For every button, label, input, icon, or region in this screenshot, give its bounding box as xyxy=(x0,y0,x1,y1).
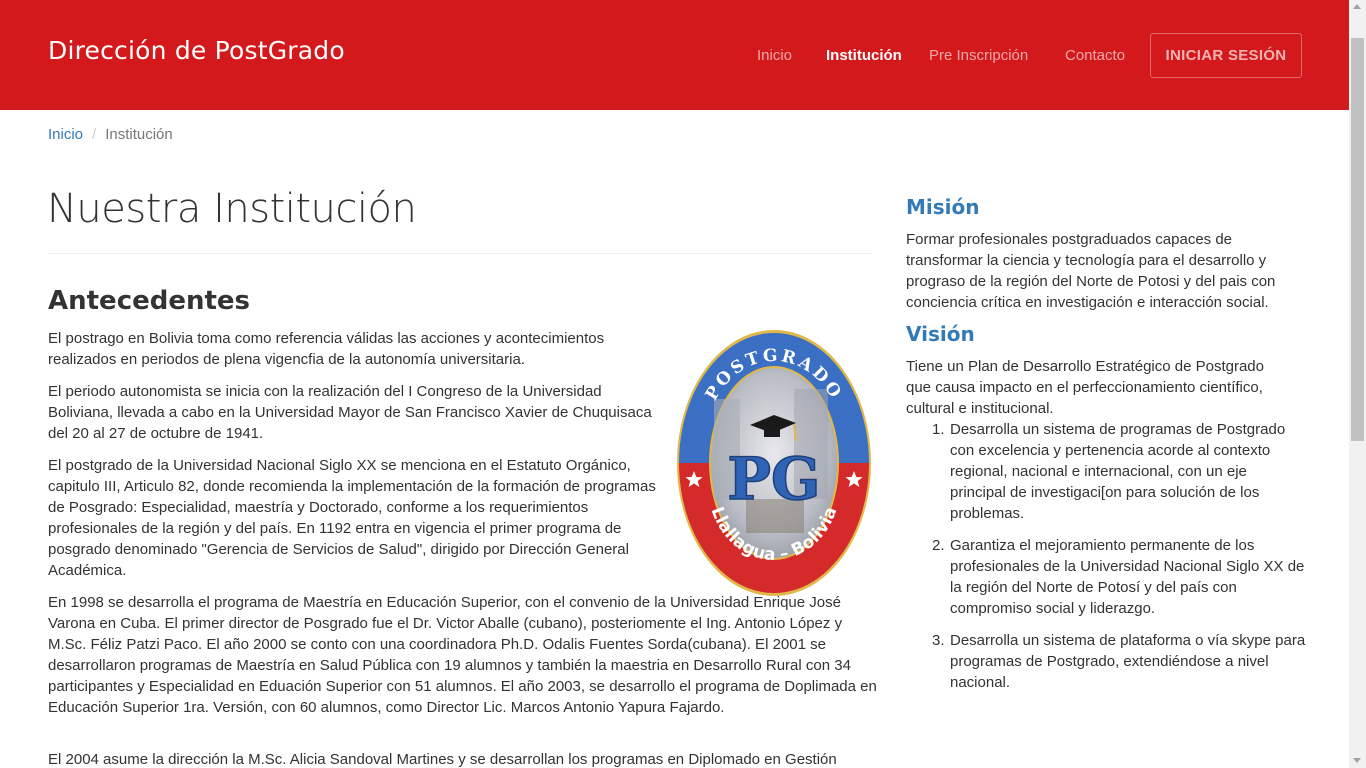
breadcrumb-current: Institución xyxy=(105,126,173,143)
antecedentes-paragraph: El postrago en Bolivia toma como referen… xyxy=(48,330,605,368)
login-button[interactable]: INICIAR SESIÓN xyxy=(1150,33,1302,78)
breadcrumb-separator: / xyxy=(92,126,97,143)
breadcrumb-home-link[interactable]: Inicio xyxy=(48,126,83,143)
list-item: 1. Desarrolla un sistema de programas de … xyxy=(932,421,1286,522)
breadcrumb: Inicio / Institución xyxy=(48,126,173,143)
nav-link-inicio[interactable]: Inicio xyxy=(757,47,792,64)
mision-title: Misión xyxy=(906,195,980,219)
vision-text: Tiene un Plan de Desarrollo Estratégico … xyxy=(906,358,1264,417)
mision-text: Formar profesionales postgraduados capac… xyxy=(906,231,1276,311)
section-title-antecedentes: Antecedentes xyxy=(48,286,251,316)
scroll-up-arrow-icon[interactable] xyxy=(1353,4,1361,9)
antecedentes-paragraph: El periodo autonomista se inicia con la … xyxy=(48,383,652,442)
vision-title: Visión xyxy=(906,322,975,346)
postgrado-logo: POSTGRADO Llallagua – Bolivia PG xyxy=(677,330,871,596)
antecedentes-paragraph: El 2004 asume la dirección la M.Sc. Alic… xyxy=(48,751,837,768)
nav-link-contacto[interactable]: Contacto xyxy=(1065,47,1125,64)
scroll-down-arrow-icon[interactable] xyxy=(1353,758,1361,763)
vision-list: 1. Desarrolla un sistema de programas de … xyxy=(906,419,1306,704)
list-item: 3. Desarrolla un sistema de plataforma o … xyxy=(932,632,1306,691)
page-title: Nuestra Institución xyxy=(47,186,417,232)
scrollbar-thumb[interactable] xyxy=(1351,38,1364,441)
nav-link-institucion[interactable]: Institución xyxy=(826,47,902,64)
nav-link-pre-inscripcion[interactable]: Pre Inscripción xyxy=(929,47,1028,64)
site-brand[interactable]: Dirección de PostGrado xyxy=(48,36,345,65)
antecedentes-paragraph: El postgrado de la Universidad Nacional … xyxy=(48,457,656,579)
logo-letters: PG xyxy=(727,445,820,513)
antecedentes-paragraph: En 1998 se desarrolla el programa de Mae… xyxy=(48,594,877,716)
page-scrollbar[interactable] xyxy=(1349,0,1366,768)
top-navbar: Dirección de PostGrado Inicio Institució… xyxy=(0,0,1349,110)
list-item: 2. Garantiza el mejoramiento permanente d… xyxy=(932,537,1305,617)
title-divider xyxy=(48,253,872,254)
